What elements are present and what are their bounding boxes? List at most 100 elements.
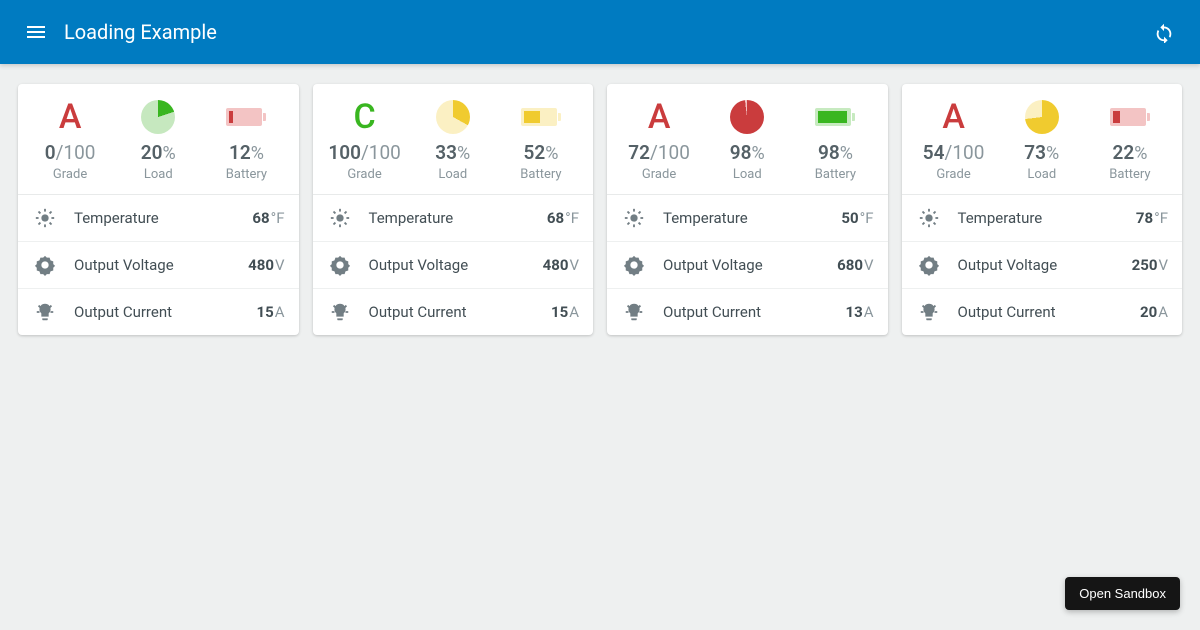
menu-button[interactable] <box>16 12 56 52</box>
card-grid: A 0/100 Grade 20% Load 12% Battery Tempe… <box>0 64 1200 355</box>
load-label: Load <box>733 167 762 182</box>
grade-letter-icon: C <box>353 100 375 134</box>
battery-label: Battery <box>226 167 267 182</box>
hero-row: A 72/100 Grade 98% Load 98% Battery <box>607 84 888 195</box>
load-value: 98% <box>730 142 765 165</box>
metric-label: Temperature <box>369 209 547 227</box>
metric-current: Output Current 15A <box>18 289 299 335</box>
metric-label: Output Voltage <box>369 256 543 274</box>
gear-icon <box>327 254 353 276</box>
metric-value: 15A <box>256 303 284 321</box>
hero-row: A 0/100 Grade 20% Load 12% Battery <box>18 84 299 195</box>
hero-battery: 52% Battery <box>497 98 585 182</box>
grade-label: Grade <box>936 167 970 182</box>
refresh-icon <box>1153 21 1175 43</box>
metric-current: Output Current 13A <box>607 289 888 335</box>
load-pie-icon <box>1025 100 1059 134</box>
metric-label: Output Voltage <box>74 256 248 274</box>
metric-value: 480V <box>543 256 579 274</box>
metric-temperature: Temperature 68°F <box>18 195 299 242</box>
metric-value: 250V <box>1132 256 1168 274</box>
grade-value: 54/100 <box>923 142 985 165</box>
metric-current: Output Current 20A <box>902 289 1183 335</box>
hero-grade: A 72/100 Grade <box>615 98 703 182</box>
refresh-button[interactable] <box>1144 12 1184 52</box>
metric-current: Output Current 15A <box>313 289 594 335</box>
metric-label: Output Current <box>663 303 845 321</box>
metric-label: Output Current <box>74 303 256 321</box>
load-label: Load <box>438 167 467 182</box>
metric-value: 68°F <box>252 209 284 227</box>
hero-grade: A 0/100 Grade <box>26 98 114 182</box>
hero-load: 20% Load <box>114 98 202 182</box>
gear-icon <box>916 254 942 276</box>
battery-icon <box>815 108 855 126</box>
metric-temperature: Temperature 50°F <box>607 195 888 242</box>
load-pie-icon <box>730 100 764 134</box>
load-pie-icon <box>436 100 470 134</box>
metric-temperature: Temperature 78°F <box>902 195 1183 242</box>
metric-value: 50°F <box>841 209 873 227</box>
battery-value: 52% <box>523 142 558 165</box>
battery-label: Battery <box>815 167 856 182</box>
device-card: A 54/100 Grade 73% Load 22% Battery Temp… <box>902 84 1183 335</box>
hero-load: 98% Load <box>703 98 791 182</box>
open-sandbox-button[interactable]: Open Sandbox <box>1065 577 1180 610</box>
hero-row: C 100/100 Grade 33% Load 52% Battery <box>313 84 594 195</box>
menu-icon <box>24 20 48 44</box>
battery-label: Battery <box>1109 167 1150 182</box>
sun-icon <box>327 207 353 229</box>
metric-label: Output Voltage <box>663 256 837 274</box>
hero-battery: 12% Battery <box>202 98 290 182</box>
metric-value: 20A <box>1140 303 1168 321</box>
load-value: 33% <box>435 142 470 165</box>
metric-label: Output Current <box>369 303 551 321</box>
bulb-icon <box>621 301 647 323</box>
battery-icon <box>226 108 266 126</box>
hero-grade: A 54/100 Grade <box>910 98 998 182</box>
metric-value: 680V <box>837 256 873 274</box>
grade-letter-icon: A <box>59 100 82 134</box>
metric-value: 78°F <box>1136 209 1168 227</box>
metric-label: Temperature <box>74 209 252 227</box>
hero-grade: C 100/100 Grade <box>321 98 409 182</box>
hero-row: A 54/100 Grade 73% Load 22% Battery <box>902 84 1183 195</box>
metric-value: 480V <box>248 256 284 274</box>
battery-label: Battery <box>520 167 561 182</box>
battery-icon <box>1110 108 1150 126</box>
grade-value: 72/100 <box>628 142 690 165</box>
gear-icon <box>621 254 647 276</box>
hero-load: 33% Load <box>409 98 497 182</box>
metric-temperature: Temperature 68°F <box>313 195 594 242</box>
load-label: Load <box>144 167 173 182</box>
grade-letter-icon: A <box>942 100 965 134</box>
metric-label: Output Voltage <box>958 256 1132 274</box>
load-value: 73% <box>1024 142 1059 165</box>
sun-icon <box>621 207 647 229</box>
sun-icon <box>916 207 942 229</box>
metric-value: 68°F <box>547 209 579 227</box>
load-pie-icon <box>141 100 175 134</box>
battery-value: 98% <box>818 142 853 165</box>
metric-value: 13A <box>845 303 873 321</box>
appbar-title: Loading Example <box>64 20 217 44</box>
metric-voltage: Output Voltage 250V <box>902 242 1183 289</box>
hero-battery: 98% Battery <box>791 98 879 182</box>
device-card: C 100/100 Grade 33% Load 52% Battery Tem… <box>313 84 594 335</box>
bulb-icon <box>916 301 942 323</box>
grade-value: 100/100 <box>328 142 400 165</box>
metric-voltage: Output Voltage 680V <box>607 242 888 289</box>
metric-voltage: Output Voltage 480V <box>313 242 594 289</box>
metric-value: 15A <box>551 303 579 321</box>
grade-label: Grade <box>642 167 676 182</box>
grade-label: Grade <box>53 167 87 182</box>
grade-value: 0/100 <box>45 142 96 165</box>
metric-label: Temperature <box>663 209 841 227</box>
bulb-icon <box>327 301 353 323</box>
device-card: A 72/100 Grade 98% Load 98% Battery Temp… <box>607 84 888 335</box>
appbar: Loading Example <box>0 0 1200 64</box>
device-card: A 0/100 Grade 20% Load 12% Battery Tempe… <box>18 84 299 335</box>
grade-label: Grade <box>347 167 381 182</box>
battery-value: 12% <box>229 142 264 165</box>
load-label: Load <box>1027 167 1056 182</box>
